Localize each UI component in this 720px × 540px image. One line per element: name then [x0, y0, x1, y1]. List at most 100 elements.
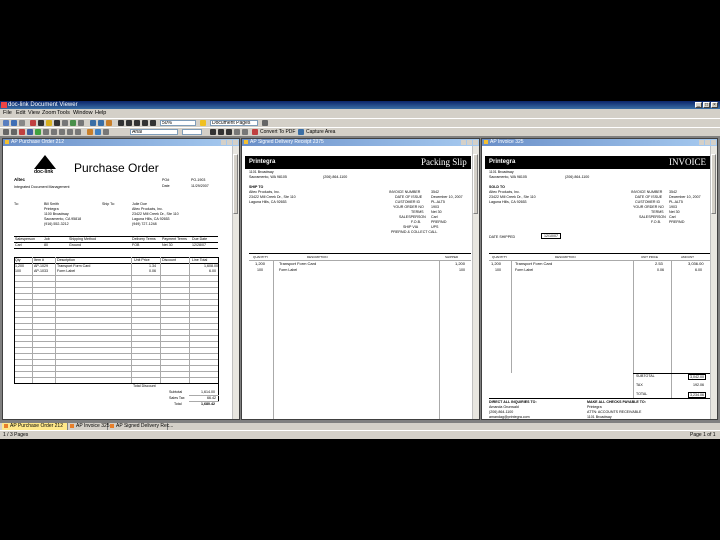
vertical-scrollbar[interactable]: [232, 146, 239, 419]
menu-help[interactable]: Help: [95, 109, 106, 118]
zoom-in-icon[interactable]: [134, 120, 140, 126]
tab-delivery-receipt[interactable]: AP Signed Delivery Rec...: [108, 423, 173, 430]
pane-delivery-receipt[interactable]: AP Signed Delivery Receipt 2375 Printegr…: [241, 138, 480, 420]
save-icon[interactable]: [11, 120, 17, 126]
approve-icon[interactable]: [35, 129, 41, 135]
menu-file[interactable]: File: [3, 109, 12, 118]
capture-icon[interactable]: [298, 129, 304, 135]
pane-maximize-button[interactable]: [705, 140, 710, 145]
freehand-icon[interactable]: [67, 129, 73, 135]
item-row-rule: [14, 305, 218, 306]
company-subtitle: Integrated Document Management: [14, 185, 70, 189]
convert-pdf-button[interactable]: Convert To PDF: [260, 128, 295, 136]
line-width-icon[interactable]: [103, 129, 109, 135]
row-shipped: 1,200: [455, 261, 466, 266]
menu-window[interactable]: Window: [73, 109, 93, 118]
col-header: SHIPPED: [445, 255, 459, 259]
pdf-icon[interactable]: [252, 129, 258, 135]
pane-close-button[interactable]: [233, 140, 238, 145]
vertical-scrollbar[interactable]: [472, 146, 479, 419]
pane-minimize-button[interactable]: [221, 140, 226, 145]
maximize-button[interactable]: □: [703, 102, 710, 108]
meta-value: 1903: [669, 205, 677, 209]
toolbar-main: 50% Document Pages: [0, 118, 720, 127]
highlight-icon[interactable]: [46, 120, 52, 126]
vertical-scrollbar[interactable]: [710, 146, 717, 419]
item-line-total: 6.00: [209, 269, 216, 273]
pointer-icon[interactable]: [38, 120, 44, 126]
rect-icon[interactable]: [51, 129, 57, 135]
document-page: Printegra INVOICE 1101 Broadway Sacramen…: [485, 147, 710, 419]
scroll-thumb[interactable]: [711, 154, 716, 214]
bold-icon[interactable]: [210, 129, 216, 135]
prev-icon[interactable]: [90, 120, 96, 126]
font-select[interactable]: Arial: [130, 129, 178, 135]
text-tool-icon[interactable]: [54, 120, 60, 126]
menu-edit[interactable]: Edit: [16, 109, 25, 118]
scroll-thumb[interactable]: [233, 154, 238, 214]
item-row-rule: [14, 329, 218, 330]
rotate-icon[interactable]: [106, 120, 112, 126]
fill-icon[interactable]: [95, 129, 101, 135]
ellipse-icon[interactable]: [43, 129, 49, 135]
window-title: doc-link Document Viewer: [8, 102, 78, 108]
next-icon[interactable]: [98, 120, 104, 126]
note-icon[interactable]: [200, 120, 206, 126]
to-line: Bill Smith: [44, 202, 59, 206]
redact-icon[interactable]: [19, 129, 25, 135]
po-date: 11/29/2007: [191, 184, 209, 188]
fit-page-icon[interactable]: [118, 120, 124, 126]
eraser-icon[interactable]: [75, 129, 81, 135]
pane-minimize-button[interactable]: [461, 140, 466, 145]
meta-label: F.O.B.: [651, 220, 661, 224]
row-qty: 1,200: [255, 261, 266, 266]
line-tool-icon[interactable]: [62, 120, 68, 126]
pane-minimize-button[interactable]: [699, 140, 704, 145]
pane-maximize-button[interactable]: [227, 140, 232, 145]
tab-purchase-order[interactable]: AP Purchase Order 212: [2, 423, 68, 430]
color-icon[interactable]: [87, 129, 93, 135]
shape-tool-icon[interactable]: [70, 120, 76, 126]
open-icon[interactable]: [3, 120, 9, 126]
font-size-select[interactable]: [182, 129, 202, 135]
thumbs-icon[interactable]: [262, 120, 268, 126]
pane-maximize-button[interactable]: [467, 140, 472, 145]
zoom-out-icon[interactable]: [142, 120, 148, 126]
tab-invoice[interactable]: AP Invoice 325: [68, 423, 110, 430]
actual-size-icon[interactable]: [150, 120, 156, 126]
pane-invoice[interactable]: AP Invoice 325 Printegra INVOICE 1101 Br…: [481, 138, 718, 420]
red-tool-icon[interactable]: [30, 120, 36, 126]
pane-purchase-order[interactable]: AP Purchase Order 212 doc-link Purchase …: [2, 138, 240, 420]
scroll-thumb[interactable]: [473, 154, 478, 214]
pane-close-button[interactable]: [711, 140, 716, 145]
ship-value: FOB: [132, 243, 140, 247]
hand-tool-icon[interactable]: [11, 129, 17, 135]
table-top-rule: [489, 253, 710, 254]
capture-area-button[interactable]: Capture Area: [306, 128, 335, 136]
polygon-icon[interactable]: [59, 129, 65, 135]
stamp-icon[interactable]: [78, 120, 84, 126]
item-qty: 100: [15, 269, 21, 273]
menu-tools[interactable]: Tools: [57, 109, 70, 118]
minimize-button[interactable]: _: [695, 102, 702, 108]
underline-icon[interactable]: [226, 129, 232, 135]
meta-value: Net 30: [669, 210, 680, 214]
align-center-icon[interactable]: [242, 129, 248, 135]
pane-title-bar: AP Signed Delivery Receipt 2375: [242, 139, 479, 146]
meta-label: INVOICE NUMBER: [631, 190, 663, 194]
print-icon[interactable]: [19, 120, 25, 126]
menu-view[interactable]: View: [28, 109, 40, 118]
fit-width-icon[interactable]: [126, 120, 132, 126]
italic-icon[interactable]: [218, 129, 224, 135]
ship-value: Net 30: [162, 243, 173, 247]
pane-close-button[interactable]: [473, 140, 478, 145]
close-button[interactable]: ×: [711, 102, 718, 108]
select-tool-icon[interactable]: [3, 129, 9, 135]
align-left-icon[interactable]: [234, 129, 240, 135]
zoom-select[interactable]: 50%: [160, 120, 196, 126]
shipto-line: Laguna Hills, CA 92653: [249, 200, 287, 204]
meta-label: SALESPERSON: [639, 215, 666, 219]
arrow-tool-icon[interactable]: [27, 129, 33, 135]
menu-zoom[interactable]: Zoom: [42, 109, 56, 118]
page-select[interactable]: Document Pages: [210, 120, 258, 126]
